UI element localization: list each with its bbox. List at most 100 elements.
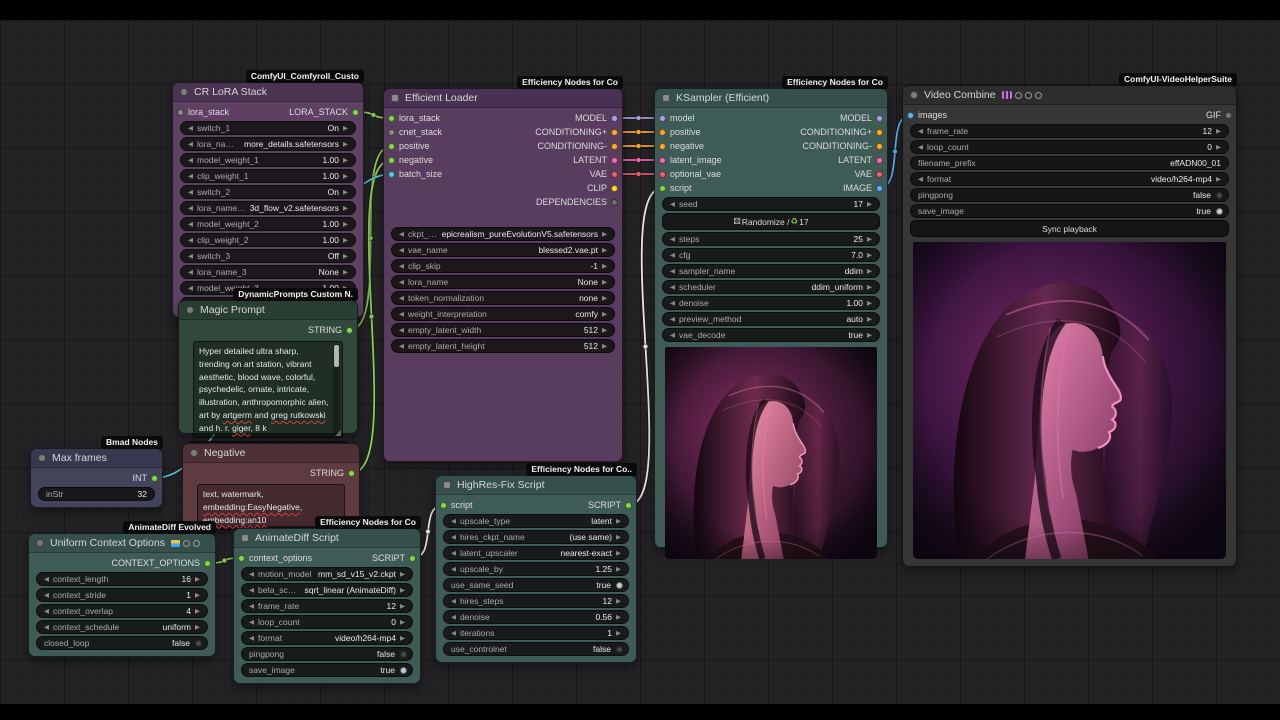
output-port-MODEL[interactable] — [876, 115, 883, 122]
widget-filename_prefix[interactable]: filename_prefixeffADN00_01 — [910, 156, 1229, 170]
decrement-arrow-icon[interactable]: ◀ — [186, 124, 195, 132]
output-port-LATENT[interactable] — [876, 157, 883, 164]
input-port-model[interactable] — [659, 115, 666, 122]
increment-arrow-icon[interactable]: ▶ — [398, 570, 407, 578]
increment-arrow-icon[interactable]: ▶ — [614, 629, 623, 637]
increment-arrow-icon[interactable]: ▶ — [341, 188, 350, 196]
decrement-arrow-icon[interactable]: ◀ — [42, 623, 51, 631]
node-header[interactable]: Max frames — [31, 449, 162, 468]
increment-arrow-icon[interactable]: ▶ — [600, 246, 609, 254]
decrement-arrow-icon[interactable]: ◀ — [449, 629, 458, 637]
increment-arrow-icon[interactable]: ▶ — [600, 294, 609, 302]
output-port-SCRIPT[interactable] — [625, 502, 632, 509]
increment-arrow-icon[interactable]: ▶ — [341, 124, 350, 132]
decrement-arrow-icon[interactable]: ◀ — [247, 618, 256, 626]
toggle-save_image[interactable]: save_imagetrue — [241, 663, 413, 677]
increment-arrow-icon[interactable]: ▶ — [614, 597, 623, 605]
increment-arrow-icon[interactable]: ▶ — [341, 172, 350, 180]
widget-lora_name[interactable]: ◀lora_nameNone▶ — [391, 275, 615, 289]
output-port-GIF[interactable] — [1225, 112, 1232, 119]
decrement-arrow-icon[interactable]: ◀ — [916, 143, 925, 151]
scrollbar-thumb[interactable] — [334, 345, 339, 367]
scrollbar[interactable] — [333, 344, 340, 435]
increment-arrow-icon[interactable]: ▶ — [398, 602, 407, 610]
decrement-arrow-icon[interactable]: ◀ — [668, 267, 677, 275]
toggle-dot[interactable] — [400, 651, 407, 658]
input-port-lora_stack[interactable] — [177, 109, 184, 116]
toggle-dot[interactable] — [616, 646, 623, 653]
increment-arrow-icon[interactable]: ▶ — [193, 607, 202, 615]
increment-arrow-icon[interactable]: ▶ — [865, 315, 874, 323]
decrement-arrow-icon[interactable]: ◀ — [247, 602, 256, 610]
widget-clip_skip[interactable]: ◀clip_skip-1▶ — [391, 259, 615, 273]
increment-arrow-icon[interactable]: ▶ — [341, 204, 350, 212]
decrement-arrow-icon[interactable]: ◀ — [186, 268, 195, 276]
decrement-arrow-icon[interactable]: ◀ — [668, 235, 677, 243]
widget-vae_decode[interactable]: ◀vae_decodetrue▶ — [662, 328, 880, 342]
decrement-arrow-icon[interactable]: ◀ — [397, 262, 406, 270]
widget-loop_count[interactable]: ◀loop_count0▶ — [241, 615, 413, 629]
node-graph[interactable]: ComfyUI_Comfyroll_CustoCR LoRA Stacklora… — [0, 20, 1280, 704]
collapse-dot-icon[interactable] — [241, 534, 249, 542]
widget-clip_weight_2[interactable]: ◀clip_weight_21.00▶ — [180, 233, 356, 247]
widget-inStr[interactable]: inStr32 — [38, 487, 155, 501]
decrement-arrow-icon[interactable]: ◀ — [186, 220, 195, 228]
increment-arrow-icon[interactable]: ▶ — [1214, 175, 1223, 183]
node-highres-fix-script[interactable]: Efficiency Nodes for Co..HighRes-Fix Scr… — [435, 475, 637, 663]
widget-denoise[interactable]: ◀denoise1.00▶ — [662, 296, 880, 310]
widget-format[interactable]: ◀formatvideo/h264-mp4▶ — [910, 172, 1229, 186]
widget-hires_ckpt_name[interactable]: ◀hires_ckpt_name(use same)▶ — [443, 530, 629, 544]
decrement-arrow-icon[interactable]: ◀ — [397, 294, 406, 302]
input-port-negative[interactable] — [659, 143, 666, 150]
increment-arrow-icon[interactable]: ▶ — [614, 549, 623, 557]
toggle-closed_loop[interactable]: closed_loopfalse — [36, 636, 208, 650]
increment-arrow-icon[interactable]: ▶ — [341, 268, 350, 276]
decrement-arrow-icon[interactable]: ◀ — [449, 517, 458, 525]
widget-switch_3[interactable]: ◀switch_3Off▶ — [180, 249, 356, 263]
node-header[interactable]: Negative — [183, 444, 359, 463]
increment-arrow-icon[interactable]: ▶ — [341, 252, 350, 260]
increment-arrow-icon[interactable]: ▶ — [614, 613, 623, 621]
randomize-button[interactable]: ⚄ Randomize / ♻ 17 — [662, 213, 880, 230]
decrement-arrow-icon[interactable]: ◀ — [186, 140, 195, 148]
increment-arrow-icon[interactable]: ▶ — [398, 634, 407, 642]
output-port-SCRIPT[interactable] — [409, 555, 416, 562]
output-port-STRING[interactable] — [348, 470, 355, 477]
decrement-arrow-icon[interactable]: ◀ — [668, 251, 677, 259]
increment-arrow-icon[interactable]: ▶ — [341, 236, 350, 244]
increment-arrow-icon[interactable]: ▶ — [398, 618, 407, 626]
decrement-arrow-icon[interactable]: ◀ — [668, 315, 677, 323]
decrement-arrow-icon[interactable]: ◀ — [42, 575, 51, 583]
widget-denoise[interactable]: ◀denoise0.56▶ — [443, 610, 629, 624]
output-port-CLIP[interactable] — [611, 185, 618, 192]
decrement-arrow-icon[interactable]: ◀ — [186, 156, 195, 164]
increment-arrow-icon[interactable]: ▶ — [614, 565, 623, 573]
node-cr-lora-stack[interactable]: ComfyUI_Comfyroll_CustoCR LoRA Stacklora… — [172, 82, 364, 318]
decrement-arrow-icon[interactable]: ◀ — [916, 175, 925, 183]
output-port-CONDITIONING+[interactable] — [611, 129, 618, 136]
decrement-arrow-icon[interactable]: ◀ — [668, 331, 677, 339]
decrement-arrow-icon[interactable]: ◀ — [668, 200, 677, 208]
node-uniform-context-options[interactable]: AnimateDiff EvolvedUniform Context Optio… — [28, 533, 216, 657]
decrement-arrow-icon[interactable]: ◀ — [916, 127, 925, 135]
toggle-use_same_seed[interactable]: use_same_seedtrue — [443, 578, 629, 592]
increment-arrow-icon[interactable]: ▶ — [614, 517, 623, 525]
widget-context_stride[interactable]: ◀context_stride1▶ — [36, 588, 208, 602]
node-negative[interactable]: NegativeSTRINGtext, watermark, embedding… — [182, 443, 360, 527]
output-port-CONTEXT_OPTIONS[interactable] — [204, 560, 211, 567]
collapse-dot-icon[interactable] — [186, 306, 194, 314]
widget-seed[interactable]: ◀seed17▶ — [662, 197, 880, 211]
decrement-arrow-icon[interactable]: ◀ — [397, 246, 406, 254]
node-header[interactable]: HighRes-Fix Script — [436, 476, 636, 495]
output-port-VAE[interactable] — [876, 171, 883, 178]
decrement-arrow-icon[interactable]: ◀ — [668, 299, 677, 307]
widget-cfg[interactable]: ◀cfg7.0▶ — [662, 248, 880, 262]
input-port-context_options[interactable] — [238, 555, 245, 562]
output-port-CONDITIONING-[interactable] — [611, 143, 618, 150]
collapse-dot-icon[interactable] — [38, 454, 46, 462]
node-efficient-loader[interactable]: Efficiency Nodes for CoEfficient Loaderl… — [383, 88, 623, 462]
widget-clip_weight_1[interactable]: ◀clip_weight_11.00▶ — [180, 169, 356, 183]
widget-switch_1[interactable]: ◀switch_1On▶ — [180, 121, 356, 135]
input-port-positive[interactable] — [659, 129, 666, 136]
widget-upscale_by[interactable]: ◀upscale_by1.25▶ — [443, 562, 629, 576]
